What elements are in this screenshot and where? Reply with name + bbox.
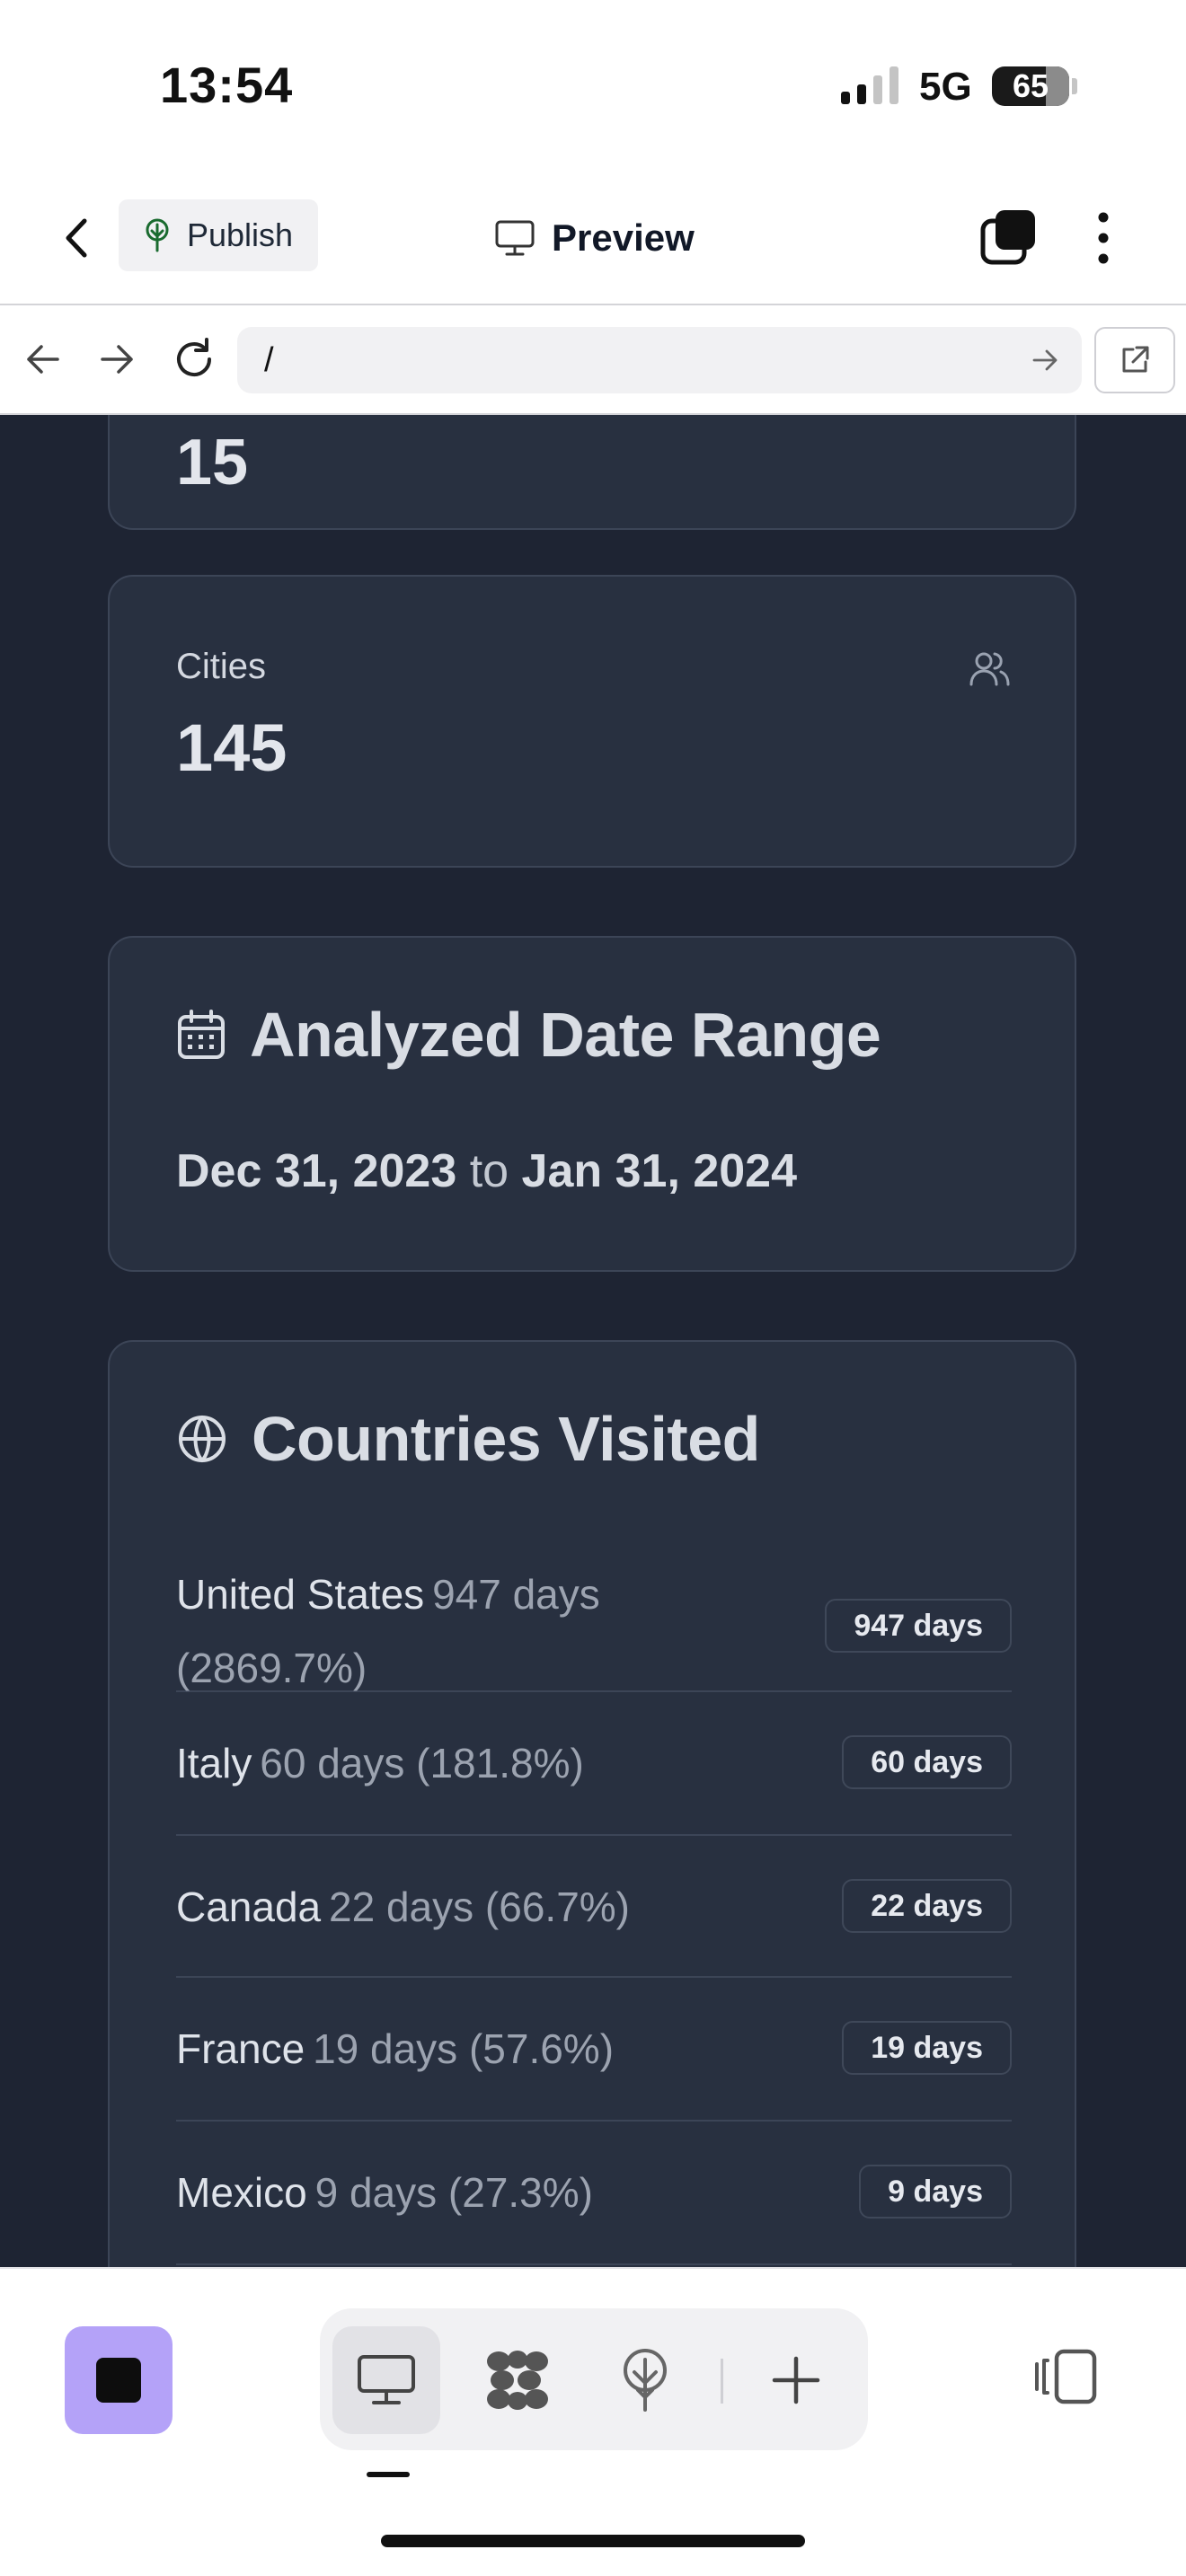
country-row: United States 947 days (2869.7%) 947 day…	[176, 1563, 1012, 1692]
cellular-signal-icon	[841, 66, 898, 104]
cities-card: Cities 145	[108, 575, 1076, 868]
reload-icon[interactable]	[167, 332, 221, 386]
days-badge: 22 days	[842, 1879, 1012, 1933]
url-input[interactable]: /	[237, 327, 1082, 393]
add-button[interactable]	[742, 2326, 850, 2434]
globe-icon	[179, 1416, 226, 1462]
app-header: Publish Preview	[0, 171, 1186, 305]
country-row: Canada 22 days (66.7%) 22 days	[176, 1836, 1012, 1978]
country-detail: 947 days	[432, 1571, 600, 1618]
home-indicator	[381, 2535, 805, 2547]
cities-value: 145	[176, 710, 288, 785]
country-name: Canada	[176, 1883, 322, 1930]
cities-label: Cities	[176, 647, 267, 686]
preview-toggle[interactable]: Preview	[494, 208, 695, 268]
open-external-button[interactable]	[1094, 327, 1175, 393]
arrow-right-icon[interactable]	[90, 332, 144, 386]
date-range-title: Analyzed Date Range	[250, 1000, 881, 1070]
battery-tip	[1072, 78, 1077, 94]
monitor-icon	[358, 2355, 415, 2404]
country-text: Mexico 9 days (27.3%)	[176, 2161, 593, 2235]
publish-button[interactable]: Publish	[119, 199, 318, 271]
bottom-toolbar	[0, 2267, 1186, 2576]
date-range-value: Dec 31, 2023 to Jan 31, 2024	[176, 1144, 797, 1198]
status-time: 13:54	[160, 57, 294, 113]
range-separator: to	[469, 1145, 509, 1197]
country-detail: 22 days (66.7%)	[329, 1883, 630, 1930]
date-range-heading: Analyzed Date Range	[176, 999, 881, 1071]
toolbar-divider	[721, 2359, 723, 2404]
blob-grid-icon	[487, 2351, 548, 2410]
chevron-left-icon[interactable]	[54, 207, 99, 269]
preview-label: Preview	[552, 216, 695, 259]
countries-heading: Countries Visited	[176, 1403, 760, 1475]
country-detail: 19 days (57.6%)	[313, 2025, 615, 2072]
arrow-right-icon[interactable]	[1028, 343, 1062, 377]
preview-content[interactable]: 15 Cities 145 Analyzed Date Range Dec 31…	[0, 415, 1186, 2267]
countries-title: Countries Visited	[252, 1404, 760, 1474]
users-icon	[969, 652, 1010, 686]
countries-card: Countries Visited United States 947 days…	[108, 1340, 1076, 2267]
country-text: Italy 60 days (181.8%)	[176, 1732, 584, 1805]
stat-value: 15	[176, 427, 249, 498]
monitor-icon	[495, 220, 535, 256]
tree-icon	[146, 218, 169, 252]
components-button[interactable]	[464, 2326, 571, 2434]
country-detail: 60 days (181.8%)	[260, 1740, 584, 1786]
days-badge: 9 days	[859, 2165, 1012, 2219]
browser-url-bar: /	[0, 305, 1186, 415]
country-name: Mexico	[176, 2169, 307, 2216]
arrow-left-icon[interactable]	[16, 332, 70, 386]
more-vertical-icon[interactable]	[1085, 208, 1121, 268]
country-text: United States 947 days (2869.7%)	[176, 1563, 600, 1710]
days-badge: 947 days	[825, 1599, 1012, 1653]
days-badge: 60 days	[842, 1735, 1012, 1789]
country-row: France 19 days (57.6%) 19 days	[176, 1978, 1012, 2122]
country-name: France	[176, 2025, 305, 2072]
publish-label: Publish	[187, 216, 294, 253]
country-row: Italy 60 days (181.8%) 60 days	[176, 1692, 1012, 1836]
stat-card: 15	[108, 415, 1076, 530]
country-detail: 9 days (27.3%)	[314, 2169, 593, 2216]
tree-icon	[624, 2349, 667, 2412]
stop-icon	[96, 2358, 141, 2403]
network-type: 5G	[919, 65, 972, 109]
desktop-view-button[interactable]	[332, 2326, 440, 2434]
battery-icon: 65	[992, 66, 1069, 106]
calendar-icon	[178, 1010, 225, 1059]
days-badge: 19 days	[842, 2021, 1012, 2075]
country-text: France 19 days (57.6%)	[176, 2017, 614, 2091]
country-text: Canada 22 days (66.7%)	[176, 1875, 630, 1949]
tabs-icon[interactable]	[979, 208, 1039, 268]
range-end: Jan 31, 2024	[521, 1145, 798, 1197]
battery-level: 65	[1012, 67, 1049, 104]
status-bar: 13:54 5G 65	[0, 0, 1186, 171]
country-name: Italy	[176, 1740, 252, 1786]
date-range-card: Analyzed Date Range Dec 31, 2023 to Jan …	[108, 936, 1076, 1272]
active-tab-indicator	[367, 2472, 410, 2477]
external-link-icon	[1122, 346, 1149, 373]
range-start: Dec 31, 2023	[176, 1145, 457, 1197]
country-detail: (2869.7%)	[176, 1645, 367, 1691]
country-name: United States	[176, 1571, 425, 1618]
plus-icon	[772, 2356, 820, 2404]
url-text: /	[264, 341, 274, 379]
deploy-button[interactable]	[591, 2326, 699, 2434]
stop-button[interactable]	[65, 2326, 173, 2434]
tool-group	[320, 2308, 868, 2450]
panel-toggle-icon[interactable]	[1031, 2341, 1103, 2413]
country-row: Mexico 9 days (27.3%) 9 days	[176, 2122, 1012, 2265]
